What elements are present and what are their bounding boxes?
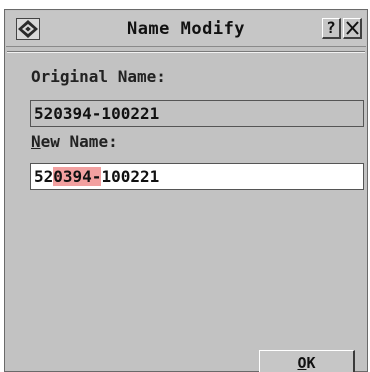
title-bar[interactable]: Name Modify ? xyxy=(6,11,366,47)
ok-mnemonic: O xyxy=(297,354,307,372)
new-name-text-before: 52 xyxy=(34,167,54,186)
close-button[interactable] xyxy=(343,18,362,39)
help-button[interactable]: ? xyxy=(322,18,341,39)
new-name-input[interactable]: 520394-100221 xyxy=(30,163,364,190)
close-icon xyxy=(346,21,359,35)
original-name-label: Original Name: xyxy=(31,67,166,86)
new-name-mnemonic: N xyxy=(31,132,41,151)
dialog-title: Name Modify xyxy=(126,19,246,39)
original-name-field: 520394-100221 xyxy=(30,100,364,127)
new-name-label: New Name: xyxy=(31,132,118,151)
new-name-label-text: ew Name: xyxy=(40,132,118,151)
new-name-selected-text: 0394- xyxy=(53,167,102,186)
ok-button[interactable]: OK xyxy=(259,350,355,372)
title-separator xyxy=(7,51,365,53)
name-modify-dialog: Name Modify ? Original Name: 520394-1002… xyxy=(4,9,368,372)
new-name-text-after: 100221 xyxy=(101,167,160,186)
ok-label-rest: K xyxy=(306,354,316,372)
